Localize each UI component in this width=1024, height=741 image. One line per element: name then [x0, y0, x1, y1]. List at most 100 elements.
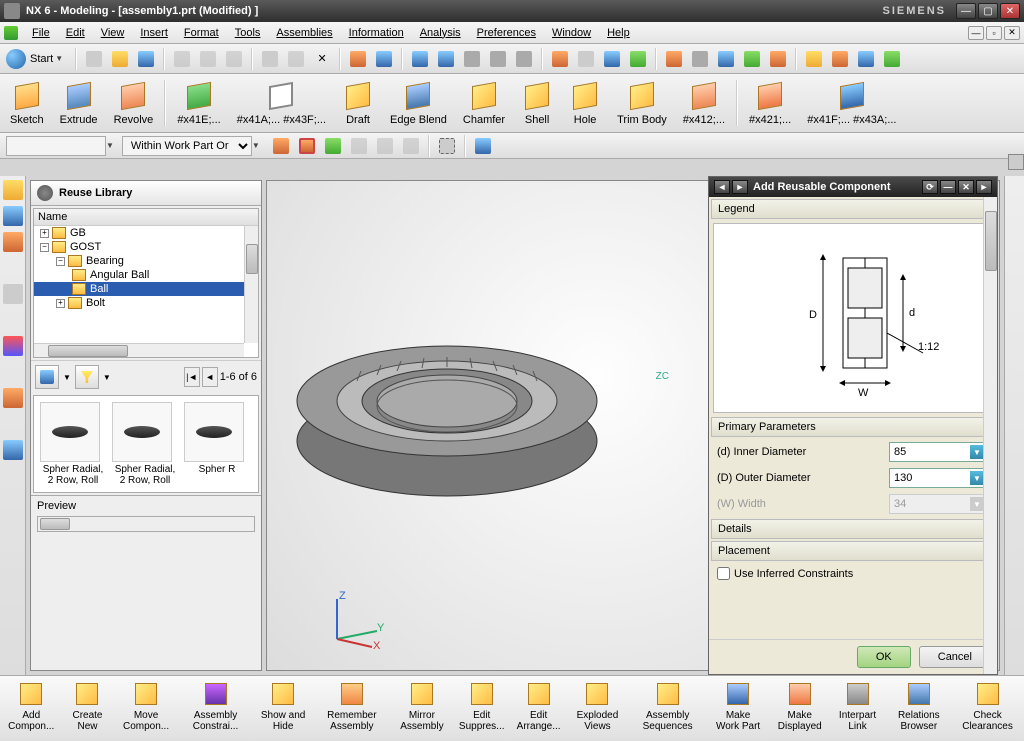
delete-icon[interactable]: ✕ [311, 48, 333, 70]
create-new-button[interactable]: Create New [60, 678, 114, 739]
axis-icon[interactable] [741, 48, 763, 70]
exploded-views-button[interactable]: Exploded Views [567, 678, 628, 739]
filter6-icon[interactable] [400, 135, 422, 157]
filter2-icon[interactable] [296, 135, 318, 157]
menu-insert[interactable]: Insert [132, 25, 176, 41]
filter1-icon[interactable] [270, 135, 292, 157]
analysis3-icon[interactable] [855, 48, 877, 70]
menu-information[interactable]: Information [341, 25, 412, 41]
tree-horizontal-scrollbar[interactable] [34, 343, 244, 357]
feature1-button[interactable]: #x41E;... [169, 76, 228, 130]
rotate-icon[interactable] [487, 48, 509, 70]
add-component-button[interactable]: Add Compon... [2, 678, 60, 739]
menu-edit[interactable]: Edit [58, 25, 93, 41]
mdi-restore-button[interactable]: ▫ [986, 26, 1002, 40]
arc-details-header[interactable]: Detailsv [711, 519, 995, 539]
help-icon[interactable] [373, 48, 395, 70]
feature5-button[interactable]: #x41F;... #x43A;... [799, 76, 904, 130]
relations-browser-button[interactable]: Relations Browser [885, 678, 954, 739]
edit-arrange-button[interactable]: Edit Arrange... [511, 678, 567, 739]
minimize-button[interactable]: — [956, 3, 976, 19]
filter4-icon[interactable] [348, 135, 370, 157]
wireframe-icon[interactable] [575, 48, 597, 70]
revolve-button[interactable]: Revolve [106, 76, 162, 130]
datum-icon[interactable] [663, 48, 685, 70]
zoom-area-icon[interactable] [435, 48, 457, 70]
start-dropdown-icon[interactable]: ▼ [55, 54, 63, 63]
shell-button[interactable]: Shell [513, 76, 561, 130]
cut-icon[interactable] [171, 48, 193, 70]
selection-input[interactable] [6, 136, 106, 156]
reuse-library-icon[interactable] [3, 232, 23, 252]
tree-node-bolt[interactable]: +Bolt [34, 296, 258, 310]
browser-icon[interactable] [3, 440, 23, 460]
edge-blend-button[interactable]: Edge Blend [382, 76, 455, 130]
palette-icon[interactable] [3, 388, 23, 408]
assembly-constraints-button[interactable]: Assembly Constrai... [178, 678, 254, 739]
preview-slider[interactable] [37, 516, 255, 532]
analysis2-icon[interactable] [829, 48, 851, 70]
maximize-button[interactable]: ▢ [978, 3, 998, 19]
filter5-icon[interactable] [374, 135, 396, 157]
wcs-icon[interactable] [627, 48, 649, 70]
close-button[interactable]: ✕ [1000, 3, 1020, 19]
right-resource-bar[interactable] [1004, 176, 1024, 675]
render-style-icon[interactable] [549, 48, 571, 70]
paste-icon[interactable] [223, 48, 245, 70]
page-first-button[interactable]: |◄ [184, 367, 200, 387]
filter8-icon[interactable] [472, 135, 494, 157]
mdi-close-button[interactable]: ✕ [1004, 26, 1020, 40]
thumbnail-3[interactable]: Spher R [184, 402, 250, 486]
tree-column-name[interactable]: Name [34, 209, 258, 226]
menu-format[interactable]: Format [176, 25, 227, 41]
menu-tools[interactable]: Tools [227, 25, 269, 41]
draft-button[interactable]: Draft [334, 76, 382, 130]
arc-legend-header[interactable]: Legendʌ [711, 199, 995, 219]
extrude-button[interactable]: Extrude [52, 76, 106, 130]
trim-body-button[interactable]: Trim Body [609, 76, 675, 130]
arc-forward-button[interactable]: ► [732, 180, 748, 194]
start-button[interactable]: Start [30, 53, 53, 65]
curve-icon[interactable] [715, 48, 737, 70]
assembly-sequences-button[interactable]: Assembly Sequences [628, 678, 707, 739]
arc-primary-header[interactable]: Primary Parametersʌ [711, 417, 995, 437]
tree-node-bearing[interactable]: −Bearing [34, 254, 258, 268]
point-icon[interactable] [689, 48, 711, 70]
inner-diameter-dropdown[interactable]: 85▼ [889, 442, 989, 462]
use-inferred-checkbox[interactable] [717, 567, 730, 580]
menu-preferences[interactable]: Preferences [469, 25, 544, 41]
command-finder-icon[interactable] [347, 48, 369, 70]
edit-suppress-button[interactable]: Edit Suppres... [453, 678, 511, 739]
menu-window[interactable]: Window [544, 25, 599, 41]
thumbnail-2[interactable]: Spher Radial, 2 Row, Roll [112, 402, 178, 486]
hole-button[interactable]: Hole [561, 76, 609, 130]
tree-vertical-scrollbar[interactable] [244, 226, 258, 343]
navigator-icon[interactable] [3, 180, 23, 200]
thumbnail-1[interactable]: Spher Radial, 2 Row, Roll [40, 402, 106, 486]
page-prev-button[interactable]: ◄ [202, 367, 218, 387]
pan-icon[interactable] [513, 48, 535, 70]
remember-assembly-button[interactable]: Remember Assembly [313, 678, 391, 739]
move-component-button[interactable]: Move Compon... [114, 678, 177, 739]
check-clearances-button[interactable]: Check Clearances [953, 678, 1022, 739]
feature2-button[interactable]: #x41A;... #x43F;... [229, 76, 334, 130]
copy-icon[interactable] [197, 48, 219, 70]
tree-node-gost[interactable]: −GOST [34, 240, 258, 254]
analysis1-icon[interactable] [803, 48, 825, 70]
view-fit-icon[interactable] [409, 48, 431, 70]
outer-diameter-dropdown[interactable]: 130▼ [889, 468, 989, 488]
sketch-button[interactable]: Sketch [2, 76, 52, 130]
part-navigator-icon[interactable] [3, 206, 23, 226]
make-displayed-button[interactable]: Make Displayed [769, 678, 831, 739]
arc-minimize-button[interactable]: — [940, 180, 956, 194]
open-file-icon[interactable] [109, 48, 131, 70]
save-icon[interactable] [135, 48, 157, 70]
view-mode-button[interactable] [35, 365, 59, 389]
filter7-icon[interactable] [436, 135, 458, 157]
chamfer-button[interactable]: Chamfer [455, 76, 513, 130]
new-file-icon[interactable] [83, 48, 105, 70]
menu-assemblies[interactable]: Assemblies [268, 25, 340, 41]
arc-reset-button[interactable]: ⟳ [922, 180, 938, 194]
zoom-icon[interactable] [461, 48, 483, 70]
collapse-handle-icon[interactable] [1008, 154, 1024, 170]
